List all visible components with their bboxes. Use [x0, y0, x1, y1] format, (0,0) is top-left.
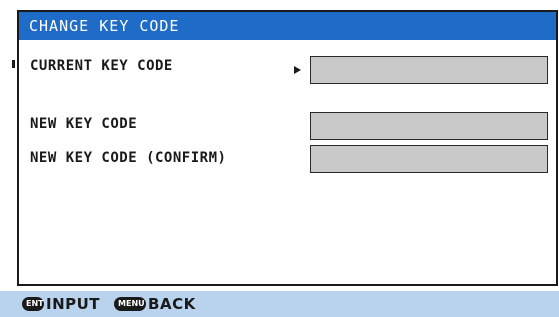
- change-key-code-screen: CHANGE KEY CODE CURRENT KEY CODE NEW KEY…: [0, 0, 559, 317]
- back-action-label: BACK: [148, 295, 196, 313]
- new-key-code-confirm-field[interactable]: [310, 145, 548, 173]
- cursor-arrow-icon: [294, 66, 301, 74]
- input-action-label: INPUT: [46, 295, 101, 313]
- new-key-code-field[interactable]: [310, 112, 548, 140]
- footer-bar: ENT INPUT MENU BACK: [0, 291, 559, 317]
- frame-tick-mark: [12, 60, 15, 68]
- new-key-code-confirm-label: NEW KEY CODE (CONFIRM): [30, 150, 227, 166]
- current-key-code-field[interactable]: [310, 56, 548, 84]
- dialog-title: CHANGE KEY CODE: [17, 10, 558, 40]
- current-key-code-label: CURRENT KEY CODE: [30, 58, 173, 74]
- ent-key-icon[interactable]: ENT: [22, 297, 44, 311]
- new-key-code-label: NEW KEY CODE: [30, 116, 138, 132]
- menu-key-icon[interactable]: MENU: [114, 297, 147, 311]
